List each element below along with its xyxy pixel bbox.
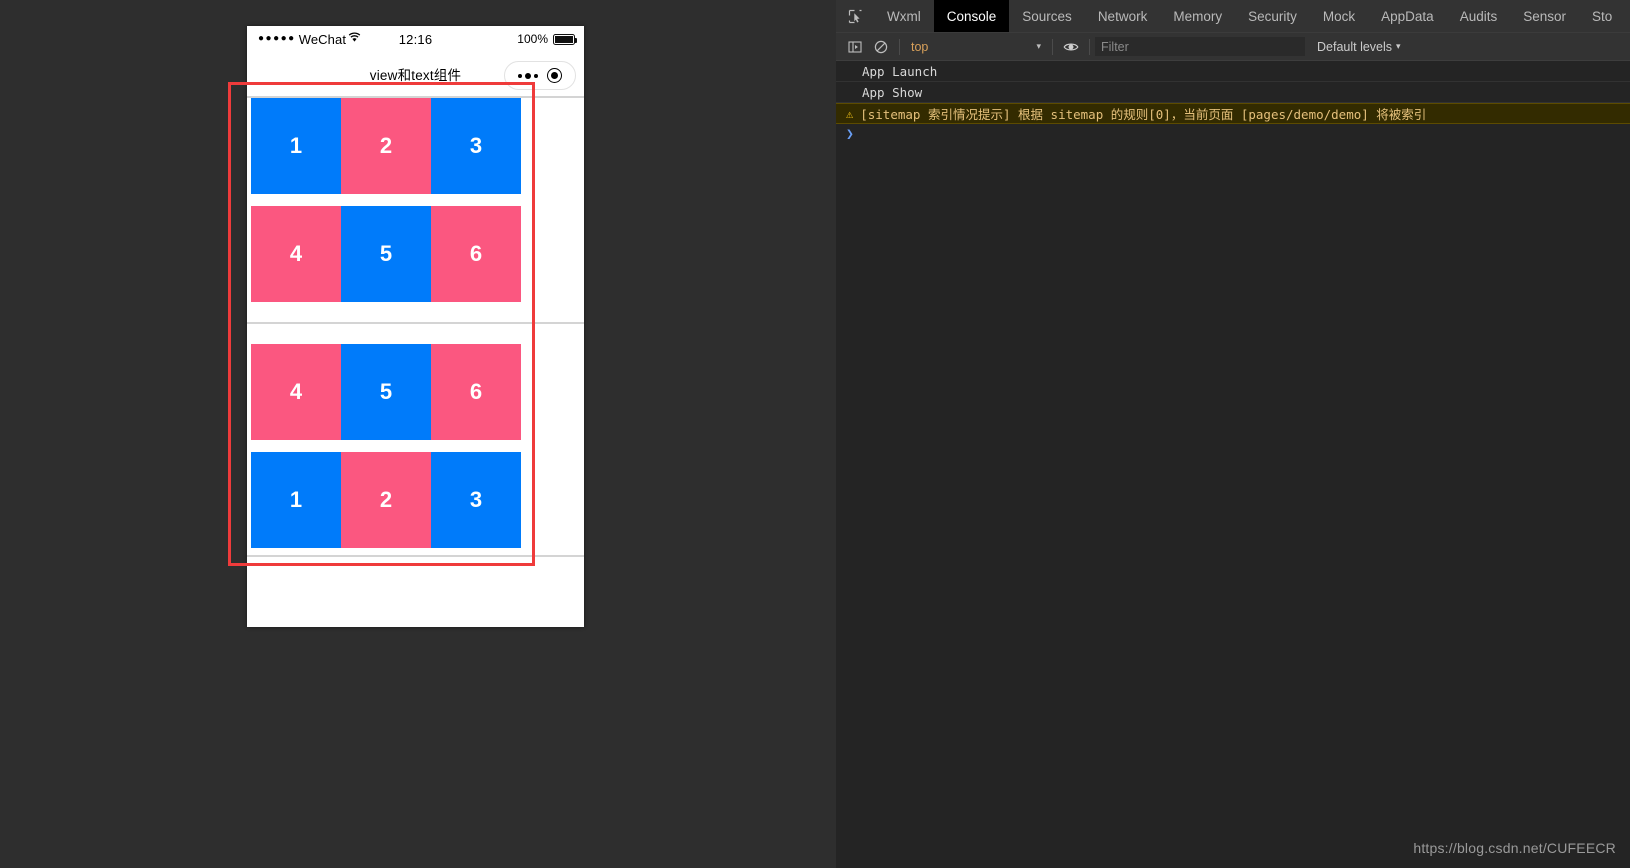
- log-levels-select[interactable]: Default levels ▾: [1317, 40, 1401, 54]
- devtools-panel: Wxml Console Sources Network Memory Security M…: [836, 0, 1630, 868]
- status-bar-right: 100%: [517, 26, 577, 52]
- tab-sto[interactable]: Sto: [1579, 0, 1625, 32]
- row-gap: [249, 440, 584, 452]
- target-circle-icon[interactable]: [547, 68, 563, 83]
- devtools-tabs: Wxml Console Sources Network Memory Security M…: [874, 0, 1625, 32]
- console-toolbar: top ▾ Default levels ▾: [836, 33, 1630, 61]
- flex-cell-6: 6: [431, 206, 521, 302]
- inspect-element-icon[interactable]: [836, 0, 874, 32]
- tab-audits[interactable]: Audits: [1447, 0, 1511, 32]
- chevron-down-icon: ▾: [1036, 41, 1041, 51]
- flex-cell-3: 3: [431, 98, 521, 194]
- warning-triangle-icon: ⚠: [846, 106, 854, 121]
- group-tail-gap: [247, 548, 584, 555]
- row-gap: [249, 194, 584, 206]
- tab-appdata[interactable]: AppData: [1368, 0, 1447, 32]
- flex-cell-1: 1: [251, 98, 341, 194]
- execution-context-value: top: [911, 39, 929, 54]
- tab-sensor[interactable]: Sensor: [1510, 0, 1579, 32]
- clear-console-icon[interactable]: [868, 33, 894, 61]
- console-log-row: App Show: [836, 82, 1630, 103]
- console-input-prompt[interactable]: ❯: [836, 124, 1630, 144]
- group-row-direction: 123456: [247, 98, 584, 302]
- battery-percent-label: 100%: [517, 32, 548, 46]
- nav-bar: view和text组件: [247, 52, 584, 96]
- flex-cell-2: 2: [341, 98, 431, 194]
- flex-cell-2: 2: [341, 452, 431, 548]
- console-warning-text: [sitemap 索引情况提示] 根据 sitemap 的规则[0]，当前页面 …: [860, 107, 1427, 122]
- execution-context-select[interactable]: top ▾: [905, 37, 1047, 57]
- tab-memory[interactable]: Memory: [1160, 0, 1235, 32]
- console-log-text: App Show: [862, 84, 923, 100]
- live-expression-eye-icon[interactable]: [1058, 33, 1084, 61]
- app-root: ●●●●● WeChat 12:16 100% view和text组件 1 2 …: [0, 0, 1630, 868]
- flex-cell-3: 3: [431, 452, 521, 548]
- page-body: 123456456123: [247, 96, 584, 627]
- toolbar-separator-2: [1052, 38, 1053, 55]
- tab-console[interactable]: Console: [933, 0, 1010, 32]
- filter-input[interactable]: [1095, 37, 1305, 56]
- console-log-row: App Launch: [836, 61, 1630, 82]
- battery-icon: [553, 33, 577, 45]
- console-log-text: App Launch: [862, 63, 938, 79]
- devtools-tabbar: Wxml Console Sources Network Memory Security M…: [836, 0, 1630, 33]
- console-log-list[interactable]: App Launch App Show ⚠ [sitemap 索引情况提示] 根据 s…: [836, 61, 1630, 144]
- toolbar-separator-1: [899, 38, 900, 55]
- log-levels-label: Default levels: [1317, 39, 1393, 54]
- wechat-capsule-button[interactable]: [504, 61, 576, 90]
- group-row-reverse-direction: 456123: [247, 344, 584, 548]
- flex-cell-1: 1: [251, 452, 341, 548]
- flex-cell-4: 4: [251, 206, 341, 302]
- tab-wxml[interactable]: Wxml: [874, 0, 934, 32]
- more-dots-icon[interactable]: [517, 72, 538, 79]
- tab-mock[interactable]: Mock: [1310, 0, 1368, 32]
- group-lead-gap: [247, 324, 584, 344]
- prompt-caret-icon: ❯: [846, 126, 854, 142]
- toolbar-separator-3: [1089, 38, 1090, 55]
- tab-security[interactable]: Security: [1235, 0, 1310, 32]
- tab-network[interactable]: Network: [1085, 0, 1161, 32]
- chevron-down-icon: ▾: [1396, 41, 1401, 51]
- console-sidebar-icon[interactable]: [842, 33, 868, 61]
- tab-sources[interactable]: Sources: [1009, 0, 1085, 32]
- phone-frame: ●●●●● WeChat 12:16 100% view和text组件 1 2 …: [247, 26, 584, 627]
- simulator-panel: ●●●●● WeChat 12:16 100% view和text组件 1 2 …: [0, 0, 836, 868]
- group-gap: [247, 302, 584, 322]
- flex-row: 123: [251, 98, 521, 194]
- watermark-text: https://blog.csdn.net/CUFEECR: [1413, 840, 1616, 856]
- status-bar: ●●●●● WeChat 12:16 100%: [247, 26, 584, 52]
- flex-cell-5: 5: [341, 344, 431, 440]
- flex-row: 456: [251, 344, 521, 440]
- flex-row: 456: [251, 206, 521, 302]
- flex-row: 123: [251, 452, 521, 548]
- flex-demo-groups: 123456456123: [247, 98, 584, 557]
- page-title: view和text组件: [369, 68, 462, 83]
- flex-cell-6: 6: [431, 344, 521, 440]
- flex-cell-5: 5: [341, 206, 431, 302]
- console-log-row: ⚠ [sitemap 索引情况提示] 根据 sitemap 的规则[0]，当前页面…: [836, 103, 1630, 124]
- flex-cell-4: 4: [251, 344, 341, 440]
- divider-bottom: [247, 555, 584, 557]
